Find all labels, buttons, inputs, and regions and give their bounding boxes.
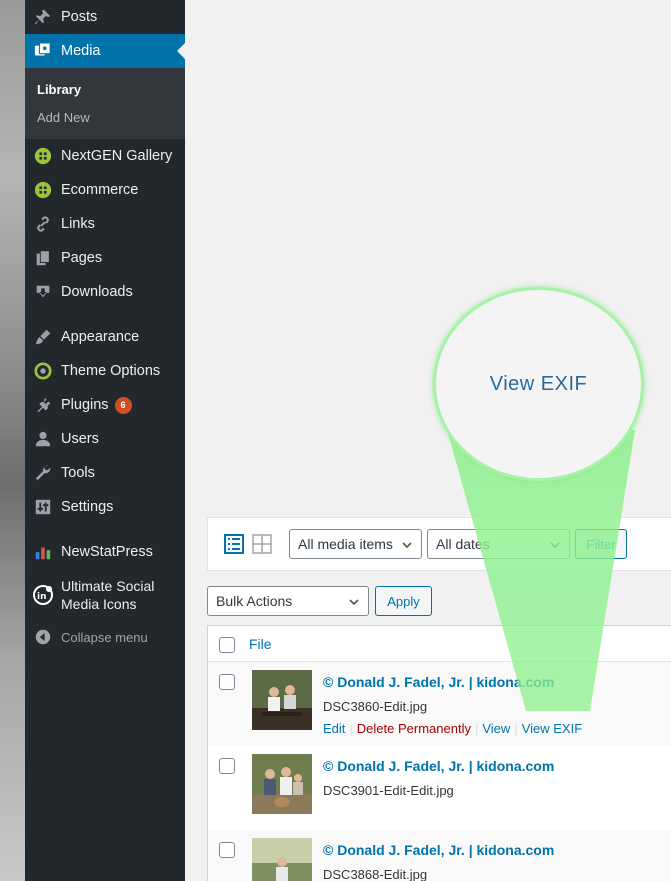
table-row: © Donald J. Fadel, Jr. | kidona.com DSC3…: [208, 662, 671, 746]
media-filename: DSC3901-Edit-Edit.jpg: [323, 783, 454, 798]
menu-appearance-label: Appearance: [61, 329, 140, 345]
media-filename: DSC3860-Edit.jpg: [323, 699, 428, 714]
media-thumbnail[interactable]: [252, 754, 312, 814]
row-checkbox[interactable]: [219, 842, 235, 858]
chevron-down-icon: [349, 599, 359, 606]
list-view-icon[interactable]: [224, 534, 244, 554]
link-icon: [25, 215, 61, 233]
download-icon: [25, 283, 61, 301]
media-title-link[interactable]: © Donald J. Fadel, Jr. | kidona.com: [323, 842, 554, 858]
menu-pages-label: Pages: [61, 250, 103, 266]
brush-icon: [25, 328, 61, 346]
menu-settings[interactable]: Settings: [25, 490, 185, 524]
menu-plugins-label: Plugins: [61, 397, 109, 413]
menu-downloads[interactable]: Downloads: [25, 275, 185, 309]
apply-button[interactable]: Apply: [375, 586, 432, 616]
nextgen-icon: [25, 147, 61, 165]
edit-link[interactable]: Edit: [323, 721, 345, 736]
callout-label: View EXIF: [489, 372, 588, 395]
grid-view-icon[interactable]: [252, 534, 272, 554]
menu-posts[interactable]: Posts: [25, 0, 185, 34]
collapse-menu-label: Collapse menu: [61, 629, 148, 645]
menu-social-label-line1: Ultimate Social: [61, 578, 155, 594]
view-exif-link[interactable]: View EXIF: [522, 721, 582, 736]
media-title-link[interactable]: © Donald J. Fadel, Jr. | kidona.com: [323, 758, 554, 774]
ecommerce-icon: [25, 181, 61, 199]
file-column-header[interactable]: File: [249, 636, 272, 652]
submenu-add-new[interactable]: Add New: [37, 110, 90, 125]
media-title-link[interactable]: © Donald J. Fadel, Jr. | kidona.com: [323, 674, 554, 690]
admin-sidebar: Posts Media Library Add New NextGEN Gall…: [25, 0, 185, 881]
menu-appearance[interactable]: Appearance: [25, 320, 185, 354]
plugin-icon: [25, 396, 61, 414]
menu-settings-label: Settings: [61, 499, 114, 515]
menu-tools-label: Tools: [61, 465, 95, 481]
bulk-actions-select[interactable]: Bulk Actions: [207, 586, 369, 616]
pages-icon: [25, 249, 61, 267]
menu-downloads-label: Downloads: [61, 284, 133, 300]
media-type-select[interactable]: All media items: [289, 529, 422, 559]
select-all-checkbox[interactable]: [219, 637, 235, 653]
media-thumbnail[interactable]: [252, 838, 312, 881]
menu-newstatpress[interactable]: NewStatPress: [25, 535, 185, 569]
menu-links-label: Links: [61, 216, 95, 232]
theme-options-icon: [25, 362, 61, 380]
menu-tools[interactable]: Tools: [25, 456, 185, 490]
social-icon: in: [25, 584, 61, 606]
pin-icon: [25, 8, 61, 26]
menu-social-label-line2: Media Icons: [61, 596, 137, 612]
desktop-background: [0, 0, 25, 881]
menu-nextgen-label: NextGEN Gallery: [61, 148, 173, 164]
user-icon: [25, 430, 61, 448]
view-link[interactable]: View: [482, 721, 510, 736]
row-actions: Edit | Delete Permanently | View | View EXIF: [323, 721, 583, 736]
media-thumbnail[interactable]: [252, 670, 312, 730]
menu-posts-label: Posts: [61, 9, 98, 25]
collapse-icon: [25, 629, 61, 645]
menu-nextgen-gallery[interactable]: NextGEN Gallery: [25, 139, 185, 173]
media-icon: [25, 42, 61, 60]
chart-icon: [25, 543, 61, 561]
chevron-down-icon: [550, 542, 560, 549]
table-row: © Donald J. Fadel, Jr. | kidona.com DSC3…: [208, 830, 671, 881]
row-checkbox[interactable]: [219, 674, 235, 690]
menu-users[interactable]: Users: [25, 422, 185, 456]
chevron-down-icon: [402, 542, 412, 549]
menu-ecommerce-label: Ecommerce: [61, 182, 139, 198]
date-value: All dates: [436, 536, 490, 552]
menu-pages[interactable]: Pages: [25, 241, 185, 275]
menu-plugins[interactable]: Plugins 6: [25, 388, 185, 422]
plugins-update-badge: 6: [114, 396, 132, 414]
exif-magnifier-callout: View EXIF: [433, 287, 644, 481]
media-type-value: All media items: [298, 536, 393, 552]
row-checkbox[interactable]: [219, 758, 235, 774]
submenu-library[interactable]: Library: [37, 82, 81, 97]
filter-button[interactable]: Filter: [575, 529, 627, 559]
wrench-icon: [25, 464, 61, 482]
menu-ultimate-social-media-icons[interactable]: in Ultimate Social Media Icons: [25, 575, 185, 615]
table-header: File: [208, 626, 671, 662]
menu-theme-options[interactable]: Theme Options: [25, 354, 185, 388]
media-filename: DSC3868-Edit.jpg: [323, 867, 428, 881]
settings-icon: [25, 498, 61, 516]
delete-permanently-link[interactable]: Delete Permanently: [357, 721, 471, 736]
media-table: File © Donald J. Fadel, Jr. | kidona.com…: [207, 625, 671, 881]
menu-ecommerce[interactable]: Ecommerce: [25, 173, 185, 207]
date-select[interactable]: All dates: [427, 529, 570, 559]
media-toolbar: All media items All dates Filter: [207, 517, 671, 571]
collapse-menu-button[interactable]: Collapse menu: [25, 620, 185, 654]
menu-links[interactable]: Links: [25, 207, 185, 241]
media-submenu: Library Add New: [25, 68, 185, 139]
menu-theme-options-label: Theme Options: [61, 363, 161, 379]
menu-users-label: Users: [61, 431, 99, 447]
menu-media-label: Media: [61, 43, 101, 59]
svg-text:in: in: [37, 592, 47, 602]
menu-media[interactable]: Media: [25, 34, 185, 68]
menu-newstatpress-label: NewStatPress: [61, 544, 153, 560]
bulk-actions-value: Bulk Actions: [216, 593, 293, 609]
menu-social-label: Ultimate Social Media Icons: [61, 577, 154, 613]
table-row: © Donald J. Fadel, Jr. | kidona.com DSC3…: [208, 746, 671, 830]
